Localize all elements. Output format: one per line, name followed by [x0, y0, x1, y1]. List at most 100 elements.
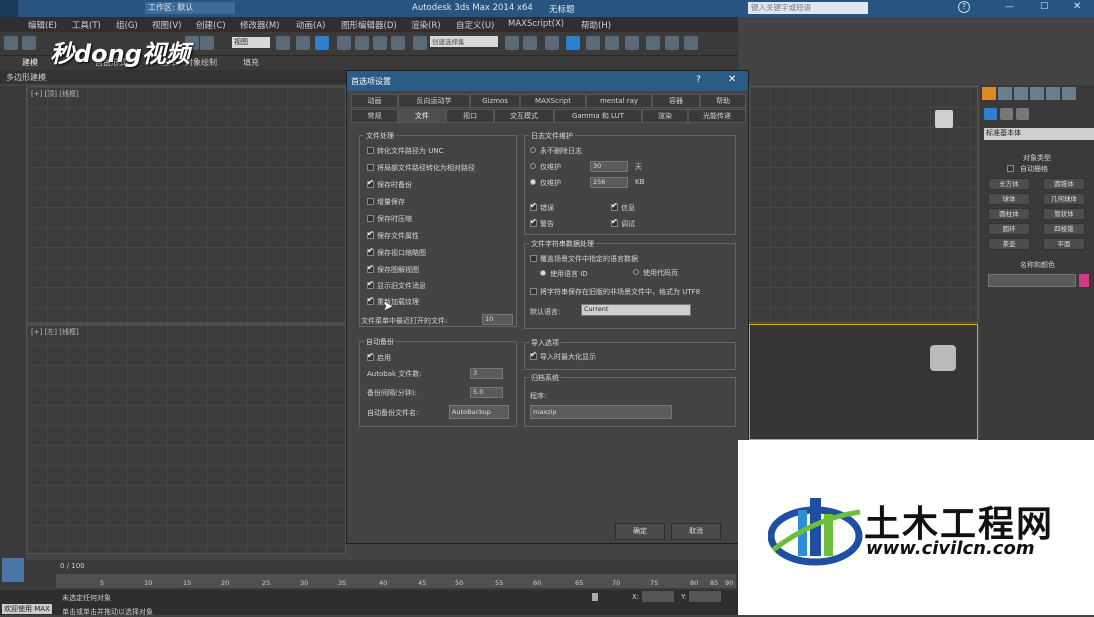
- shapes-icon[interactable]: [1000, 108, 1013, 120]
- hierarchy-tab-icon[interactable]: [1014, 87, 1028, 100]
- layer-icon[interactable]: [545, 36, 559, 50]
- tab-rendering[interactable]: 渲染: [642, 109, 688, 123]
- viewport-top-label[interactable]: [+] [顶] [线框]: [31, 89, 79, 99]
- snap-icon[interactable]: [337, 36, 351, 50]
- pivot-icon[interactable]: [276, 36, 290, 50]
- curve-editor-icon[interactable]: [586, 36, 600, 50]
- align-icon[interactable]: [523, 36, 537, 50]
- viewport-left[interactable]: [+] [左] [线框]: [26, 324, 346, 554]
- tab-ik[interactable]: 反向运动学: [398, 94, 470, 108]
- menu-customize[interactable]: 自定义(U): [456, 19, 494, 31]
- select-manip-icon[interactable]: [315, 36, 329, 50]
- tab-interaction[interactable]: 交互模式: [494, 109, 554, 123]
- archive-program-field[interactable]: maxzip: [530, 405, 672, 419]
- teapot-button[interactable]: 茶壶: [988, 238, 1030, 250]
- geosphere-button[interactable]: 几何球体: [1043, 193, 1085, 205]
- view-dropdown[interactable]: 视图: [232, 37, 270, 48]
- cylinder-button[interactable]: 圆柱体: [988, 208, 1030, 220]
- minimize-button[interactable]: —: [1005, 2, 1014, 12]
- material-editor-icon[interactable]: [625, 36, 639, 50]
- unc-checkbox[interactable]: [367, 147, 374, 154]
- dialog-help-button[interactable]: ?: [696, 75, 701, 85]
- old-file-msg-checkbox[interactable]: [367, 279, 374, 289]
- y-coord-field[interactable]: [689, 591, 721, 602]
- info-checkbox[interactable]: [611, 201, 618, 211]
- menu-help[interactable]: 帮助(H): [581, 19, 611, 31]
- box-button[interactable]: 长方体: [988, 178, 1030, 190]
- workspace-dropdown[interactable]: 工作区: 默认: [145, 2, 235, 14]
- unlink-icon[interactable]: [22, 36, 36, 50]
- viewcube-3d-icon[interactable]: [930, 345, 956, 371]
- menu-rendering[interactable]: 渲染(R): [411, 19, 441, 31]
- autogrid-checkbox[interactable]: [1007, 165, 1014, 172]
- relative-path-checkbox[interactable]: [367, 164, 374, 171]
- search-input[interactable]: 键入关键字或短语: [748, 2, 868, 14]
- object-name-input[interactable]: [988, 274, 1076, 287]
- viewport-layout-icon[interactable]: [2, 558, 24, 582]
- schematic-view-checkbox[interactable]: [367, 263, 374, 273]
- modify-tab-icon[interactable]: [998, 87, 1012, 100]
- tab-radiosity[interactable]: 光能传递: [688, 109, 746, 123]
- menu-animation[interactable]: 动画(A): [296, 19, 325, 31]
- menu-views[interactable]: 视图(V): [152, 19, 181, 31]
- keep-days-spinner[interactable]: 30: [590, 161, 628, 172]
- viewport-left-label[interactable]: [+] [左] [线框]: [31, 327, 79, 337]
- rotate-icon[interactable]: [200, 36, 214, 50]
- viewport-perspective[interactable]: [749, 324, 978, 440]
- render-icon[interactable]: [684, 36, 698, 50]
- tab-files[interactable]: 文件: [398, 109, 446, 123]
- viewcube-icon[interactable]: [935, 110, 953, 128]
- link-icon[interactable]: [4, 36, 18, 50]
- menu-tools[interactable]: 工具(T): [72, 19, 101, 31]
- maximize-button[interactable]: ▢: [1040, 1, 1049, 11]
- tube-button[interactable]: 管状体: [1043, 208, 1085, 220]
- timeline-track[interactable]: [56, 574, 736, 588]
- viewport-thumb-checkbox[interactable]: [367, 246, 374, 256]
- tab-animation[interactable]: 动画: [351, 94, 398, 108]
- schematic-icon[interactable]: [605, 36, 619, 50]
- keep-days-radio[interactable]: [530, 163, 536, 169]
- file-props-checkbox[interactable]: [367, 229, 374, 239]
- tab-viewports[interactable]: 视口: [446, 109, 494, 123]
- menu-edit[interactable]: 编辑(E): [28, 19, 57, 31]
- spinner-snap-icon[interactable]: [391, 36, 405, 50]
- render-frame-icon[interactable]: [665, 36, 679, 50]
- create-tab-icon[interactable]: [982, 87, 996, 100]
- category-dropdown[interactable]: 标准基本体: [984, 128, 1094, 140]
- named-selection-dropdown[interactable]: 创建选择集: [430, 36, 498, 47]
- default-lang-dropdown[interactable]: Current: [581, 304, 691, 316]
- menu-maxscript[interactable]: MAXScript(X): [508, 19, 564, 29]
- override-lang-checkbox[interactable]: [530, 255, 537, 262]
- compress-checkbox[interactable]: [367, 215, 374, 222]
- ribbon-icon[interactable]: [566, 36, 580, 50]
- tab-mental-ray[interactable]: mental ray: [586, 94, 652, 108]
- recent-files-spinner[interactable]: 10: [482, 314, 513, 325]
- backup-on-save-checkbox[interactable]: [367, 178, 374, 188]
- render-setup-icon[interactable]: [646, 36, 660, 50]
- cancel-button[interactable]: 取消: [671, 523, 721, 540]
- move-icon[interactable]: [296, 36, 310, 50]
- tab-general[interactable]: 常规: [351, 109, 398, 123]
- pyramid-button[interactable]: 四棱锥: [1043, 223, 1085, 235]
- import-maximize-checkbox[interactable]: [530, 350, 537, 360]
- keep-kb-spinner[interactable]: 256: [590, 177, 628, 188]
- save-utf8-checkbox[interactable]: [530, 288, 537, 295]
- viewport-top[interactable]: [+] [顶] [线框]: [26, 86, 346, 323]
- frame-slider[interactable]: 0 / 100: [60, 562, 85, 570]
- menu-group[interactable]: 组(G): [116, 19, 138, 31]
- tab-help[interactable]: 帮助: [700, 94, 746, 108]
- menu-create[interactable]: 创建(C): [196, 19, 226, 31]
- ribbon-tab-modeling[interactable]: 建模: [22, 57, 38, 68]
- x-coord-field[interactable]: [642, 591, 674, 602]
- warnings-checkbox[interactable]: [530, 217, 537, 227]
- debug-checkbox[interactable]: [611, 217, 618, 227]
- tab-maxscript[interactable]: MAXScript: [520, 94, 586, 108]
- autobackup-name-field[interactable]: AutoBackup: [449, 405, 509, 419]
- lock-icon[interactable]: [592, 593, 598, 601]
- close-window-button[interactable]: ✕: [1073, 1, 1081, 12]
- autobackup-enable-checkbox[interactable]: [367, 351, 374, 361]
- edit-named-selection-icon[interactable]: [413, 36, 427, 50]
- display-tab-icon[interactable]: [1046, 87, 1060, 100]
- percent-snap-icon[interactable]: [373, 36, 387, 50]
- dialog-close-button[interactable]: ✕: [728, 74, 736, 85]
